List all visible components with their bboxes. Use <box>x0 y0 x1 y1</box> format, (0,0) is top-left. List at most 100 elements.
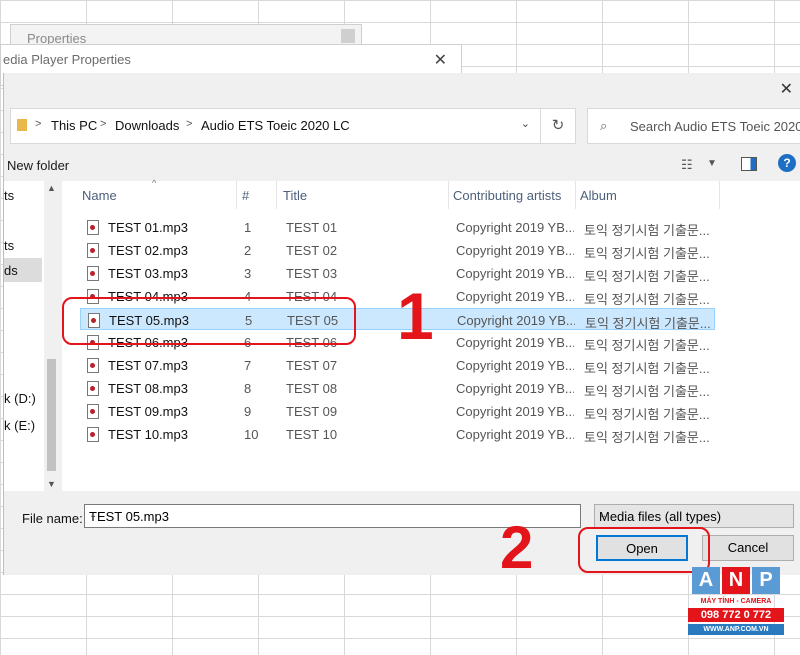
file-title-cell: TEST 02 <box>286 243 338 258</box>
scroll-up-icon[interactable]: ▲ <box>47 183 56 193</box>
logo-phone: 098 772 0 772 <box>688 608 784 622</box>
breadcrumb-chevron-icon[interactable]: > <box>100 118 106 130</box>
breadcrumb-chevron-icon[interactable]: > <box>35 118 41 130</box>
preview-pane-icon[interactable] <box>741 157 757 171</box>
properties-close-icon[interactable] <box>341 29 355 43</box>
logo-tagline: MÁY TÍNH - CAMERA <box>700 598 772 605</box>
address-bar[interactable]: > This PC > Downloads > Audio ETS Toeic … <box>10 108 543 144</box>
search-box[interactable]: ⌕ Search Audio ETS Toeic 2020... <box>587 108 800 144</box>
column-headers: ^ Name # Title Contributing artists Albu… <box>62 178 800 211</box>
dialog-close-icon[interactable]: ✕ <box>780 79 793 99</box>
file-row[interactable]: TEST 08.mp3 8 TEST 08 Copyright 2019 YB... 토… <box>80 377 715 399</box>
breadcrumb-current-folder[interactable]: Audio ETS Toeic 2020 LC <box>201 118 350 133</box>
file-row[interactable]: TEST 09.mp3 9 TEST 09 Copyright 2019 YB... 토… <box>80 400 715 422</box>
media-player-close-icon[interactable]: ✕ <box>434 50 447 70</box>
cancel-button[interactable]: Cancel <box>702 535 794 561</box>
audio-file-icon <box>87 381 99 396</box>
nav-item[interactable]: ts <box>4 238 14 253</box>
column-header-album[interactable]: Album <box>580 188 617 203</box>
refresh-icon: ↻ <box>551 117 565 134</box>
file-album-cell: 토익 정기시험 기출문... <box>584 361 710 376</box>
file-album-cell: 토익 정기시험 기출문... <box>584 430 710 445</box>
address-dropdown-icon[interactable]: ⌄ <box>521 117 530 130</box>
column-header-artists[interactable]: Contributing artists <box>453 188 561 203</box>
file-album-cell: 토익 정기시험 기출문... <box>584 407 710 422</box>
file-title-cell: TEST 10 <box>286 427 338 442</box>
audio-file-icon <box>87 220 99 235</box>
file-artists-cell: Copyright 2019 YB... <box>456 266 574 281</box>
file-name-cell: TEST 07.mp3 <box>108 358 188 373</box>
logo-letter: A <box>692 567 720 594</box>
file-row[interactable]: TEST 10.mp3 10 TEST 10 Copyright 2019 YB...… <box>80 423 715 445</box>
logo-letter: N <box>722 567 750 594</box>
file-title-cell: TEST 09 <box>286 404 338 419</box>
file-album-cell: 토익 정기시험 기출문... <box>584 384 710 399</box>
column-separator[interactable] <box>448 181 449 209</box>
audio-file-icon <box>87 427 99 442</box>
file-type-dropdown-icon[interactable]: ⌄ <box>599 510 787 521</box>
search-icon: ⌕ <box>600 118 608 133</box>
anp-watermark-logo: A N P MÁY TÍNH - CAMERA 098 772 0 772 WW… <box>688 567 784 639</box>
new-folder-button[interactable]: New folder <box>7 158 69 173</box>
column-separator[interactable] <box>575 181 576 209</box>
nav-item[interactable]: ts <box>4 188 14 203</box>
file-name-cell: TEST 10.mp3 <box>108 427 188 442</box>
nav-item-drive-d[interactable]: k (D:) <box>4 391 36 406</box>
refresh-button[interactable]: ↻ <box>540 108 576 144</box>
logo-letter: P <box>752 567 780 594</box>
audio-file-icon <box>87 358 99 373</box>
column-separator[interactable] <box>719 181 720 209</box>
file-row[interactable]: TEST 07.mp3 7 TEST 07 Copyright 2019 YB... 토… <box>80 354 715 376</box>
audio-file-icon <box>87 243 99 258</box>
folder-icon <box>17 119 27 131</box>
nav-item-drive-e[interactable]: k (E:) <box>4 418 35 433</box>
column-header-number[interactable]: # <box>242 188 249 203</box>
file-type-select[interactable]: Media files (all types) ⌄ <box>594 504 794 528</box>
file-artists-cell: Copyright 2019 YB... <box>456 358 574 373</box>
file-number-cell: 8 <box>244 381 252 396</box>
file-album-cell: 토익 정기시험 기출문... <box>584 223 710 238</box>
help-icon[interactable]: ? <box>778 154 796 172</box>
file-artists-cell: Copyright 2019 YB... <box>456 381 574 396</box>
nav-scrollbar[interactable]: ▲ ▼ <box>44 181 59 491</box>
file-artists-cell: Copyright 2019 YB... <box>456 220 574 235</box>
file-number-cell: 1 <box>244 220 252 235</box>
file-name-cell: TEST 02.mp3 <box>108 243 188 258</box>
column-header-name[interactable]: Name <box>82 188 117 203</box>
column-separator[interactable] <box>236 181 237 209</box>
file-album-cell: 토익 정기시험 기출문... <box>584 246 710 261</box>
file-row[interactable]: TEST 01.mp3 1 TEST 01 Copyright 2019 YB... 토… <box>80 216 715 238</box>
nav-item-downloads[interactable]: ds <box>4 263 18 278</box>
audio-file-icon <box>87 266 99 281</box>
breadcrumb-downloads[interactable]: Downloads <box>115 118 179 133</box>
annotation-highlight-file <box>62 297 356 345</box>
file-name-cell: TEST 03.mp3 <box>108 266 188 281</box>
scroll-down-icon[interactable]: ▼ <box>47 479 56 489</box>
file-number-cell: 7 <box>244 358 252 373</box>
view-dropdown-icon[interactable]: ▼ <box>707 158 717 169</box>
file-row[interactable]: TEST 02.mp3 2 TEST 02 Copyright 2019 YB... 토… <box>80 239 715 261</box>
change-view-icon[interactable]: ☷ <box>681 157 693 173</box>
media-player-window-title: edia Player Properties <box>3 52 131 67</box>
file-title-cell: TEST 08 <box>286 381 338 396</box>
search-placeholder: Search Audio ETS Toeic 2020... <box>630 119 800 134</box>
file-album-cell: 토익 정기시험 기출문... <box>584 338 710 353</box>
breadcrumb-this-pc[interactable]: This PC <box>51 118 97 133</box>
annotation-step-2: 2 <box>500 514 534 581</box>
breadcrumb-chevron-icon[interactable]: > <box>186 118 192 130</box>
file-artists-cell: Copyright 2019 YB... <box>457 313 575 328</box>
sort-ascending-icon: ^ <box>152 178 157 188</box>
annotation-step-1: 1 <box>397 279 434 353</box>
file-album-cell: 토익 정기시험 기출문... <box>584 292 710 307</box>
file-artists-cell: Copyright 2019 YB... <box>456 243 574 258</box>
file-number-cell: 10 <box>244 427 259 442</box>
file-title-cell: TEST 01 <box>286 220 338 235</box>
toolbar: New folder ☷ ▼ ? <box>4 151 800 181</box>
file-artists-cell: Copyright 2019 YB... <box>456 427 574 442</box>
file-name-label: File name: <box>22 511 83 526</box>
file-number-cell: 3 <box>244 266 252 281</box>
scroll-thumb[interactable] <box>47 359 56 471</box>
file-artists-cell: Copyright 2019 YB... <box>456 404 574 419</box>
column-separator[interactable] <box>276 181 277 209</box>
column-header-title[interactable]: Title <box>283 188 307 203</box>
